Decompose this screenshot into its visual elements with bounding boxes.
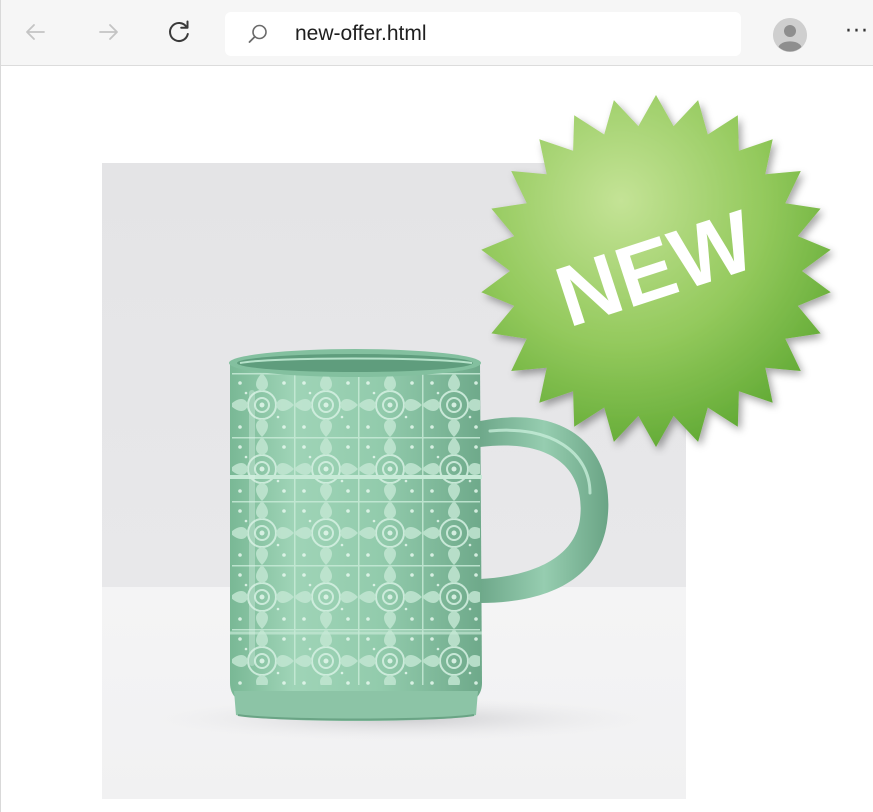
new-badge: NEW (481, 95, 831, 447)
profile-button[interactable] (773, 18, 807, 52)
browser-toolbar: new-offer.html ··· (1, 0, 873, 66)
address-input[interactable]: new-offer.html (295, 22, 427, 46)
back-button[interactable] (17, 14, 53, 50)
reload-button[interactable] (161, 14, 197, 50)
browser-window: new-offer.html ··· NEW (0, 0, 873, 812)
forward-button[interactable] (91, 14, 127, 50)
page-content: NEW (1, 66, 873, 812)
reload-icon (169, 20, 189, 43)
arrow-left-icon (26, 24, 45, 40)
more-menu-button[interactable]: ··· (845, 18, 869, 46)
search-icon (248, 24, 267, 43)
address-bar[interactable]: new-offer.html (225, 12, 741, 56)
arrow-right-icon (99, 24, 118, 40)
avatar-icon (773, 18, 807, 52)
